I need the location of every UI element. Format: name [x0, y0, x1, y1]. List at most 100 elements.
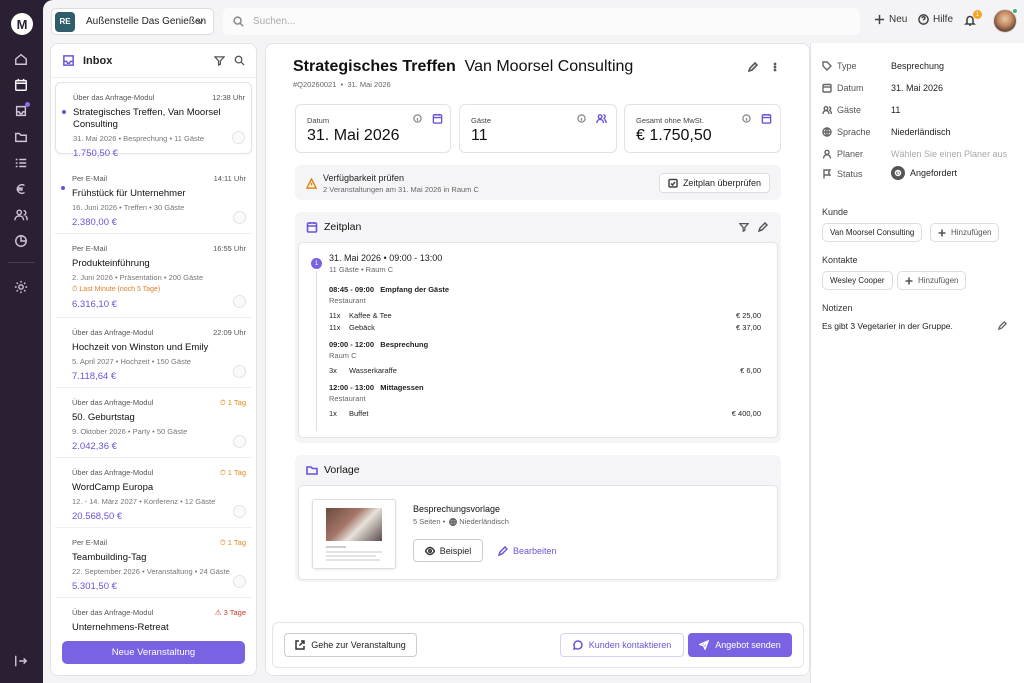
- edit-template-button[interactable]: Bearbeiten: [498, 539, 557, 562]
- inbox-item[interactable]: Per E-Mail 16:55 Uhr Produkteinführung 2…: [55, 234, 252, 318]
- template-thumbnail[interactable]: [312, 499, 396, 569]
- reports-icon[interactable]: [13, 233, 29, 249]
- goto-event-button[interactable]: Gehe zur Veranstaltung: [284, 633, 417, 657]
- prop-date-label: Datum: [822, 83, 864, 93]
- item-name: Buffet: [349, 409, 369, 418]
- line-item: 11x Kaffee & Tee: [329, 311, 392, 320]
- calendar-icon[interactable]: [432, 113, 444, 125]
- logout-icon[interactable]: [13, 653, 29, 669]
- item-price: 5.301,50 €: [72, 581, 117, 592]
- help-button[interactable]: Hilfe: [918, 14, 953, 25]
- prop-guests-label: Gäste: [822, 105, 861, 115]
- app-logo[interactable]: M: [11, 13, 33, 35]
- item-title: 50. Geburtstag: [72, 412, 135, 423]
- filter-icon[interactable]: [738, 222, 750, 233]
- inbox-item[interactable]: Per E-Mail 14:11 Uhr Frühstück für Unter…: [55, 164, 252, 234]
- item-price: 20.568,50 €: [72, 511, 123, 522]
- globe-icon: [822, 127, 832, 137]
- send-offer-button[interactable]: Angebot senden: [688, 633, 792, 657]
- assign-circle[interactable]: [232, 131, 245, 144]
- example-button[interactable]: Beispiel: [413, 539, 483, 562]
- prop-date-value[interactable]: 31. Mai 2026: [891, 83, 943, 93]
- stat-value: € 1.750,50: [636, 127, 712, 144]
- info-icon[interactable]: [413, 114, 423, 124]
- schedule-header: Zeitplan: [306, 221, 361, 233]
- prop-status-value[interactable]: Angefordert: [891, 166, 957, 180]
- info-icon[interactable]: [577, 114, 587, 124]
- inbox-item[interactable]: Über das Anfrage-Modul 22:09 Uhr Hochzei…: [55, 318, 252, 388]
- edit-icon[interactable]: [747, 61, 759, 73]
- search-input[interactable]: Suchen...: [223, 8, 860, 35]
- stat-total[interactable]: Gesamt ohne MwSt. € 1.750,50: [624, 104, 781, 153]
- item-name: Kaffee & Tee: [349, 311, 392, 320]
- calendar-icon: [306, 222, 318, 233]
- notifications-button[interactable]: 1: [964, 10, 982, 28]
- assign-circle[interactable]: [233, 211, 246, 224]
- folder-icon[interactable]: [13, 129, 29, 145]
- new-event-button[interactable]: Neue Veranstaltung: [62, 641, 245, 664]
- info-icon[interactable]: [742, 114, 752, 124]
- inbox-item[interactable]: Per E-Mail ⏱ 1 Tag Teambuilding-Tag 22. …: [55, 528, 252, 598]
- more-icon[interactable]: [770, 62, 781, 73]
- plus-icon: [905, 277, 913, 284]
- location-selector[interactable]: RE Außenstelle Das Genießen: [51, 8, 214, 35]
- add-contact-button[interactable]: Hinzufügen: [897, 271, 967, 290]
- inbox-item[interactable]: Über das Anfrage-Modul ⏱ 1 Tag 50. Gebur…: [55, 388, 252, 458]
- inbox-item[interactable]: Über das Anfrage-Modul 12:38 Uhr Strateg…: [55, 82, 252, 159]
- client-chip[interactable]: Van Moorsel Consulting: [822, 223, 923, 242]
- tasks-icon[interactable]: [13, 155, 29, 171]
- item-title: Strategisches Treffen, Van Moorsel Consu…: [73, 107, 221, 130]
- flag-text: Last Minute (noch 5 Tage): [79, 286, 161, 293]
- edit-note-icon[interactable]: [997, 320, 1008, 333]
- inbox-search-icon[interactable]: [234, 55, 246, 67]
- prop-label: Sprache: [837, 127, 871, 137]
- inbox-nav-icon[interactable]: [13, 102, 30, 119]
- planner-select[interactable]: Wählen Sie einen Planer aus: [891, 149, 1007, 159]
- filter-icon[interactable]: [213, 55, 226, 67]
- check-schedule-button[interactable]: Zeitplan überprüfen: [658, 173, 770, 193]
- item-meta: 31. Mai 2026 • Besprechung • 11 Gäste: [73, 134, 205, 143]
- prop-guests-value[interactable]: 11: [891, 105, 900, 115]
- stat-date[interactable]: Datum 31. Mai 2026: [295, 104, 451, 153]
- top-bar: RE Außenstelle Das Genießen Suchen... Ne…: [43, 0, 1024, 44]
- prop-type-value[interactable]: Besprechung: [891, 61, 944, 71]
- item-name: Wasserkaraffe: [349, 366, 397, 375]
- folder-icon: [306, 466, 318, 475]
- tag-icon: [822, 61, 832, 71]
- users-icon[interactable]: [13, 207, 29, 223]
- prop-language-value[interactable]: Niederländisch: [891, 127, 951, 137]
- send-label: Angebot senden: [715, 640, 781, 650]
- block-name: Mittagessen: [380, 383, 424, 392]
- globe-icon: [449, 517, 458, 526]
- assign-circle[interactable]: [233, 575, 246, 588]
- item-time: 22:09 Uhr: [213, 328, 246, 337]
- new-button[interactable]: Neu: [874, 14, 907, 25]
- contact-label: Kunden kontaktieren: [588, 640, 672, 650]
- invoice-icon[interactable]: [761, 113, 773, 125]
- edit-schedule-icon[interactable]: [757, 221, 769, 233]
- time-text: 3 Tage: [223, 608, 246, 617]
- calendar-icon[interactable]: [13, 77, 29, 93]
- contact-chip[interactable]: Wesley Cooper: [822, 271, 893, 290]
- item-time: ⏱ 1 Tag: [219, 398, 246, 407]
- user-avatar[interactable]: [993, 8, 1018, 33]
- assign-circle[interactable]: [233, 295, 246, 308]
- settings-icon[interactable]: [13, 279, 29, 295]
- item-time: 16:55 Uhr: [213, 244, 246, 253]
- inbox-header: Inbox: [51, 44, 256, 78]
- home-icon[interactable]: [13, 51, 29, 67]
- users-icon[interactable]: [596, 113, 608, 125]
- add-client-button[interactable]: Hinzufügen: [930, 223, 1000, 242]
- item-meta: 5. April 2027 • Hochzeit • 150 Gäste: [72, 357, 192, 366]
- assign-circle[interactable]: [233, 435, 246, 448]
- nav-rail: M: [0, 0, 43, 683]
- assign-circle[interactable]: [233, 365, 246, 378]
- inbox-item[interactable]: Über das Anfrage-Modul ⏱ 1 Tag WordCamp …: [55, 458, 252, 528]
- thumb-line: [326, 546, 346, 548]
- time-text: 1 Tag: [227, 538, 246, 547]
- block-name: Empfang der Gäste: [380, 285, 450, 294]
- euro-icon[interactable]: [13, 181, 29, 197]
- stat-guests[interactable]: Gäste 11: [459, 104, 617, 153]
- contact-client-button[interactable]: Kunden kontaktieren: [560, 633, 684, 657]
- assign-circle[interactable]: [233, 505, 246, 518]
